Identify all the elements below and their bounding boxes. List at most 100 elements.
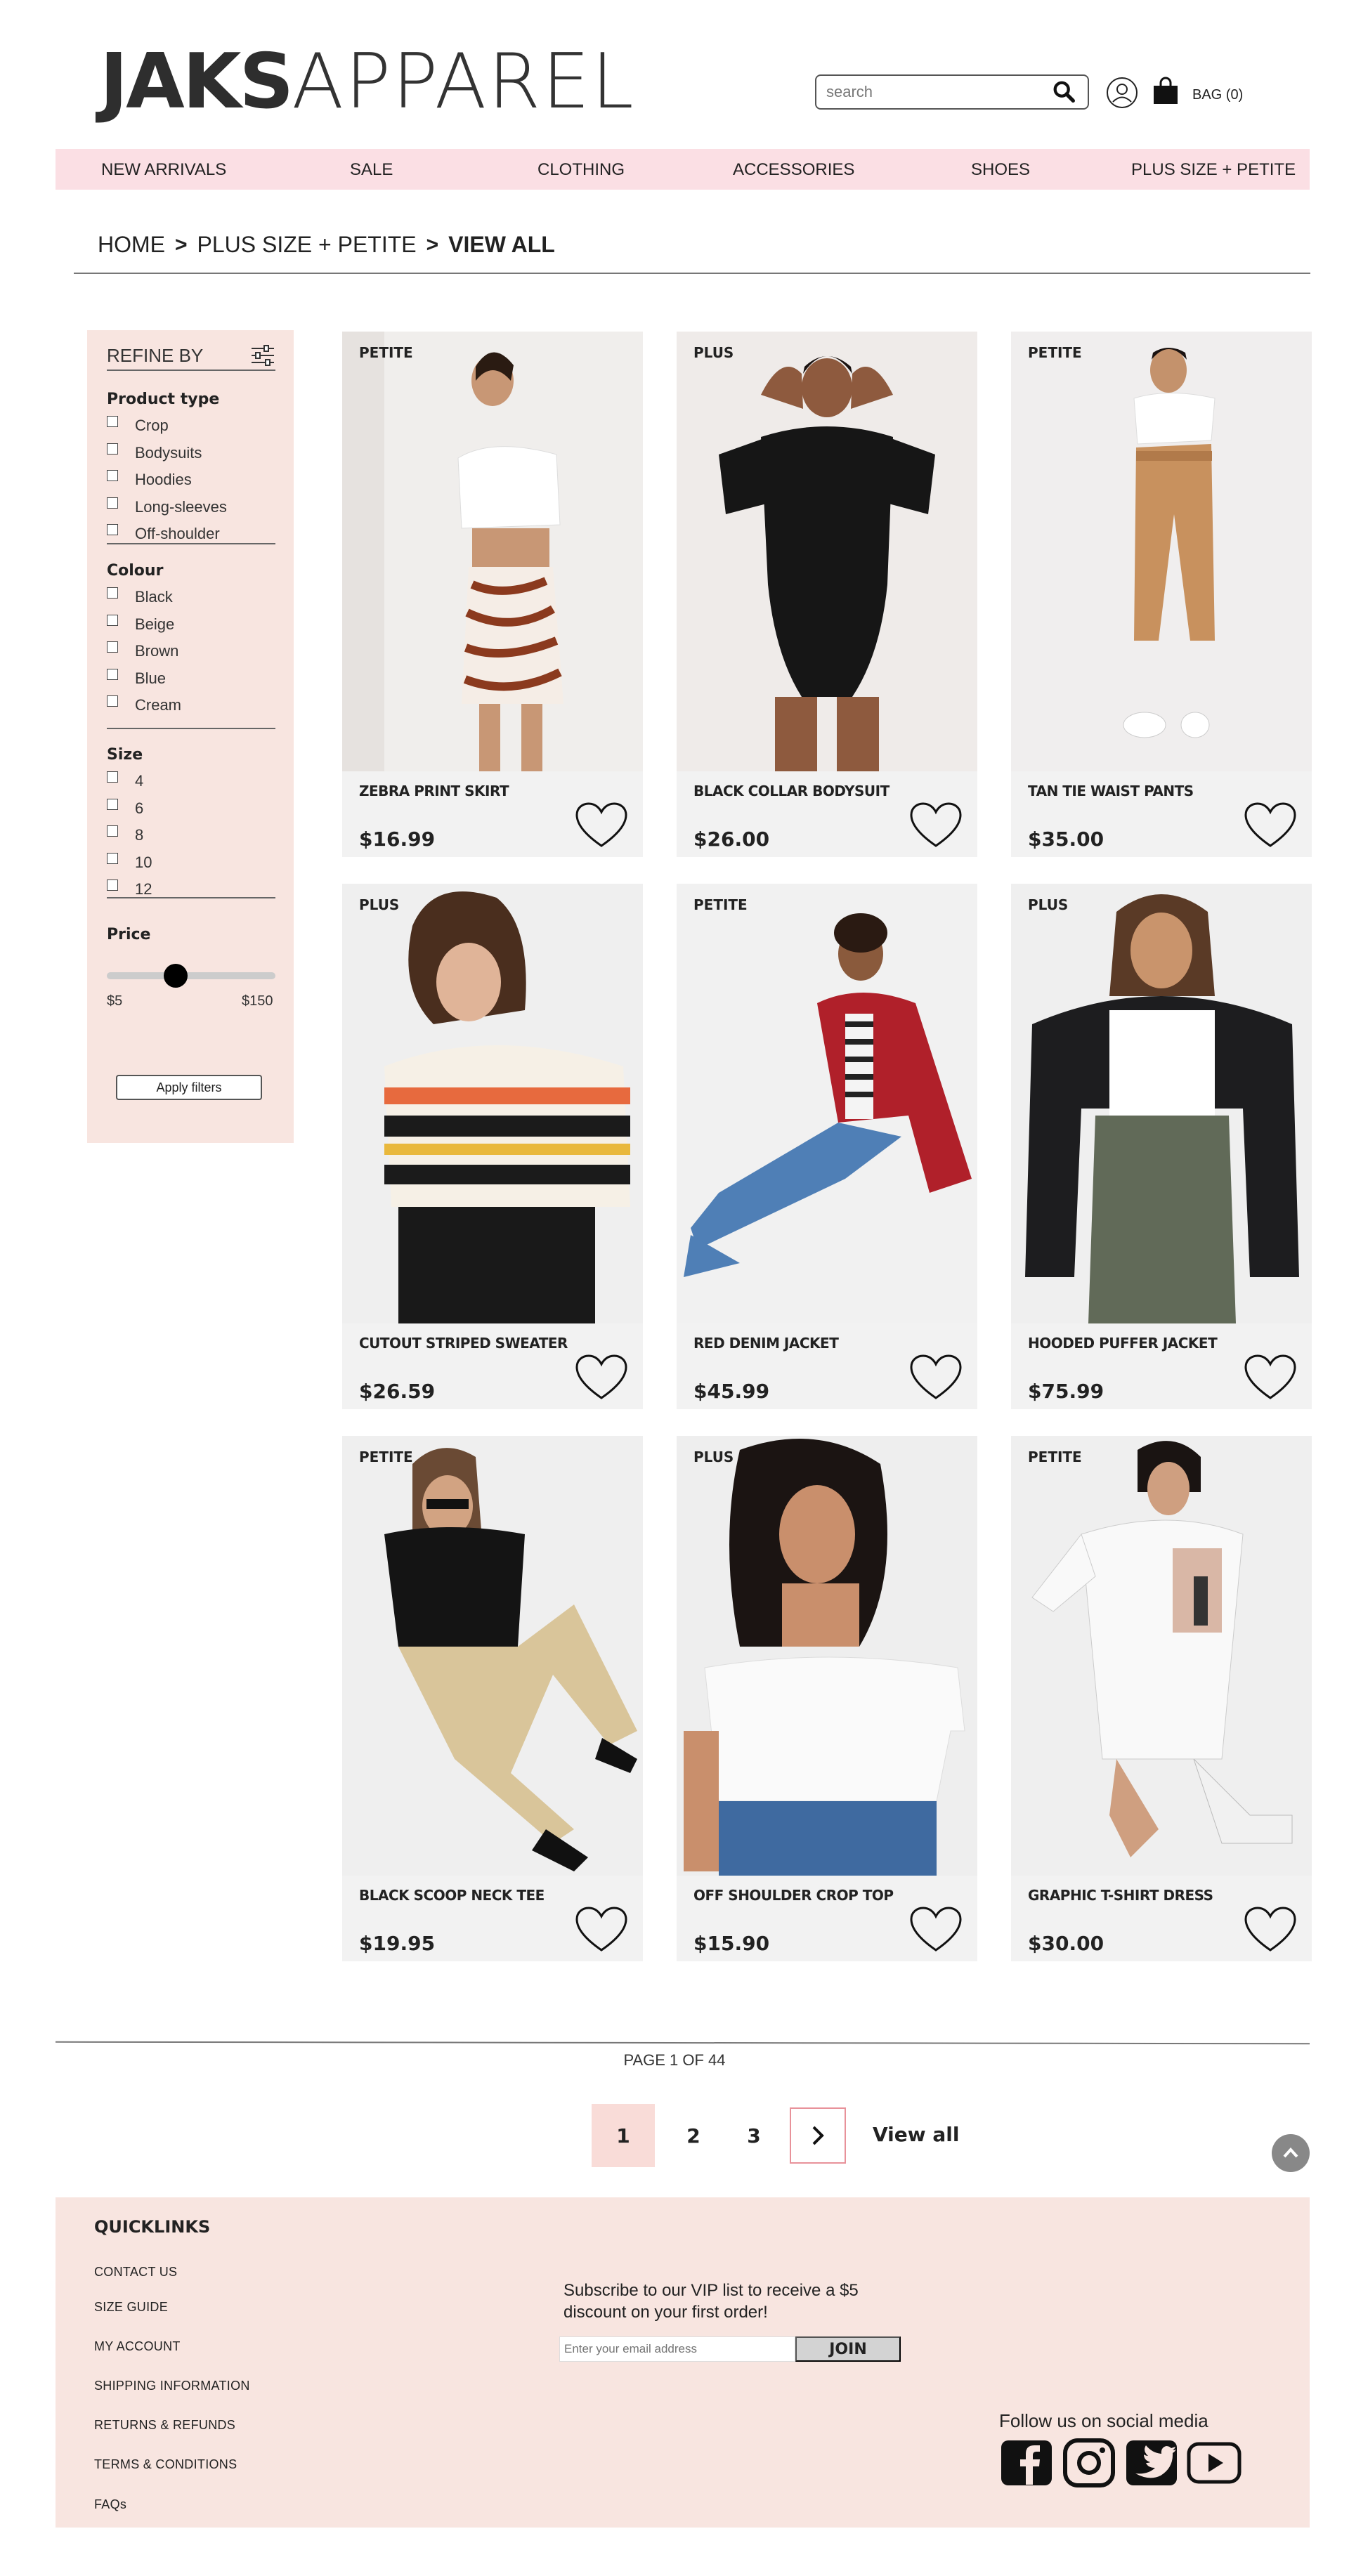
checkbox[interactable] — [107, 771, 118, 783]
price-slider[interactable] — [107, 964, 275, 988]
product-name[interactable]: OFF SHOULDER CROP TOP — [693, 1887, 894, 1904]
footer-link-returns[interactable]: RETURNS & REFUNDS — [94, 2418, 235, 2433]
nav-clothing[interactable]: CLOTHING — [537, 160, 625, 180]
product-image[interactable] — [1011, 332, 1312, 771]
filter-option[interactable]: 12 — [107, 876, 275, 897]
product-card[interactable]: PETITE TAN TIE WAIST PANTS $35.00 — [1011, 332, 1312, 857]
product-image[interactable] — [1011, 884, 1312, 1323]
brand-logo[interactable]: JAKSAPPAREL — [100, 44, 635, 120]
checkbox[interactable] — [107, 524, 118, 536]
product-name[interactable]: TAN TIE WAIST PANTS — [1028, 783, 1194, 799]
heart-icon[interactable] — [574, 1905, 629, 1954]
heart-icon[interactable] — [1243, 1353, 1298, 1402]
product-name[interactable]: BLACK SCOOP NECK TEE — [359, 1887, 545, 1904]
page-button-2[interactable]: 2 — [662, 2104, 725, 2167]
breadcrumb-section[interactable]: PLUS SIZE + PETITE — [197, 232, 417, 258]
filter-option[interactable]: 6 — [107, 795, 275, 823]
checkbox[interactable] — [107, 497, 118, 509]
account-icon[interactable] — [1105, 76, 1139, 110]
heart-icon[interactable] — [574, 801, 629, 850]
filter-option[interactable]: Brown — [107, 638, 275, 665]
product-card[interactable]: PETITE BLACK SCOOP NECK TEE $19.95 — [342, 1436, 643, 1961]
footer-link-my-account[interactable]: MY ACCOUNT — [94, 2339, 181, 2354]
filter-option[interactable]: Beige — [107, 611, 275, 639]
filter-sliders-icon[interactable] — [250, 343, 275, 368]
filter-option[interactable]: Hoodies — [107, 466, 275, 494]
nav-new-arrivals[interactable]: NEW ARRIVALS — [101, 160, 226, 180]
nav-shoes[interactable]: SHOES — [971, 160, 1030, 180]
heart-icon[interactable] — [908, 1905, 963, 1954]
product-image[interactable] — [677, 1436, 977, 1876]
join-button[interactable]: JOIN — [795, 2336, 901, 2362]
checkbox[interactable] — [107, 614, 118, 626]
email-input[interactable] — [559, 2336, 795, 2362]
product-image[interactable] — [342, 1436, 643, 1876]
product-name[interactable]: HOODED PUFFER JACKET — [1028, 1335, 1218, 1352]
heart-icon[interactable] — [908, 801, 963, 850]
product-image[interactable] — [1011, 1436, 1312, 1876]
checkbox[interactable] — [107, 470, 118, 482]
instagram-icon[interactable] — [1062, 2438, 1116, 2487]
product-card[interactable]: PETITE GRAPHIC T-SHIRT DRESS $30.00 — [1011, 1436, 1312, 1961]
product-card[interactable]: PETITE ZEBRA PRINT SKIRT $16.99 — [342, 332, 643, 857]
product-image[interactable] — [342, 332, 643, 771]
product-name[interactable]: GRAPHIC T-SHIRT DRESS — [1028, 1887, 1213, 1904]
view-all-link[interactable]: View all — [873, 2123, 959, 2146]
search-input[interactable]: search — [815, 74, 1089, 110]
checkbox[interactable] — [107, 825, 118, 837]
filter-option[interactable]: 10 — [107, 849, 275, 877]
checkbox[interactable] — [107, 668, 118, 680]
filter-option[interactable]: 4 — [107, 768, 275, 795]
checkbox[interactable] — [107, 443, 118, 455]
footer-link-faqs[interactable]: FAQs — [94, 2497, 126, 2512]
product-card[interactable]: PLUS HOODED PUFFER JACKET $75.99 — [1011, 884, 1312, 1409]
filter-option[interactable]: 8 — [107, 822, 275, 849]
checkbox[interactable] — [107, 416, 118, 428]
price-slider-handle[interactable] — [164, 964, 188, 988]
heart-icon[interactable] — [1243, 1905, 1298, 1954]
filter-option[interactable]: Black — [107, 584, 275, 611]
twitter-icon[interactable] — [1124, 2438, 1179, 2487]
product-name[interactable]: BLACK COLLAR BODYSUIT — [693, 783, 889, 799]
product-image[interactable] — [342, 884, 643, 1323]
nav-sale[interactable]: SALE — [350, 160, 393, 180]
heart-icon[interactable] — [574, 1353, 629, 1402]
product-card[interactable]: PLUS CUTOUT STRIPED SWEATER $26.59 — [342, 884, 643, 1409]
footer-link-size-guide[interactable]: SIZE GUIDE — [94, 2300, 168, 2315]
footer-link-terms[interactable]: TERMS & CONDITIONS — [94, 2457, 237, 2472]
checkbox[interactable] — [107, 880, 118, 891]
search-icon[interactable] — [1051, 79, 1078, 105]
nav-accessories[interactable]: ACCESSORIES — [733, 160, 854, 180]
filter-option[interactable]: Blue — [107, 665, 275, 693]
checkbox[interactable] — [107, 641, 118, 653]
product-card[interactable]: PLUS OFF SHOULDER CROP TOP $15.90 — [677, 1436, 977, 1961]
youtube-icon[interactable] — [1187, 2438, 1242, 2487]
filter-option[interactable]: Crop — [107, 412, 275, 440]
filter-option[interactable]: Long-sleeves — [107, 494, 275, 521]
product-name[interactable]: ZEBRA PRINT SKIRT — [359, 783, 509, 799]
checkbox[interactable] — [107, 852, 118, 864]
product-image[interactable] — [677, 884, 977, 1323]
filter-option[interactable]: Off-shoulder — [107, 521, 275, 543]
bag-count[interactable]: BAG (0) — [1192, 87, 1243, 103]
nav-plus-size-petite[interactable]: PLUS SIZE + PETITE — [1131, 160, 1296, 180]
breadcrumb-home[interactable]: HOME — [98, 232, 165, 258]
product-card[interactable]: PETITE RED DENIM JACKET $45.99 — [677, 884, 977, 1409]
footer-link-shipping[interactable]: SHIPPING INFORMATION — [94, 2379, 250, 2393]
filter-option[interactable]: Bodysuits — [107, 440, 275, 467]
footer-link-contact-us[interactable]: CONTACT US — [94, 2265, 177, 2280]
page-button-1[interactable]: 1 — [592, 2104, 655, 2167]
scroll-to-top-button[interactable] — [1272, 2134, 1310, 2172]
product-name[interactable]: CUTOUT STRIPED SWEATER — [359, 1335, 568, 1352]
checkbox[interactable] — [107, 695, 118, 707]
checkbox[interactable] — [107, 587, 118, 599]
apply-filters-button[interactable]: Apply filters — [116, 1075, 262, 1100]
page-button-3[interactable]: 3 — [722, 2104, 786, 2167]
heart-icon[interactable] — [1243, 801, 1298, 850]
product-card[interactable]: PLUS BLACK COLLAR BODYSUIT $26.00 — [677, 332, 977, 857]
facebook-icon[interactable] — [999, 2438, 1054, 2487]
shopping-bag-icon[interactable] — [1150, 76, 1181, 107]
product-image[interactable] — [677, 332, 977, 771]
product-name[interactable]: RED DENIM JACKET — [693, 1335, 839, 1352]
heart-icon[interactable] — [908, 1353, 963, 1402]
